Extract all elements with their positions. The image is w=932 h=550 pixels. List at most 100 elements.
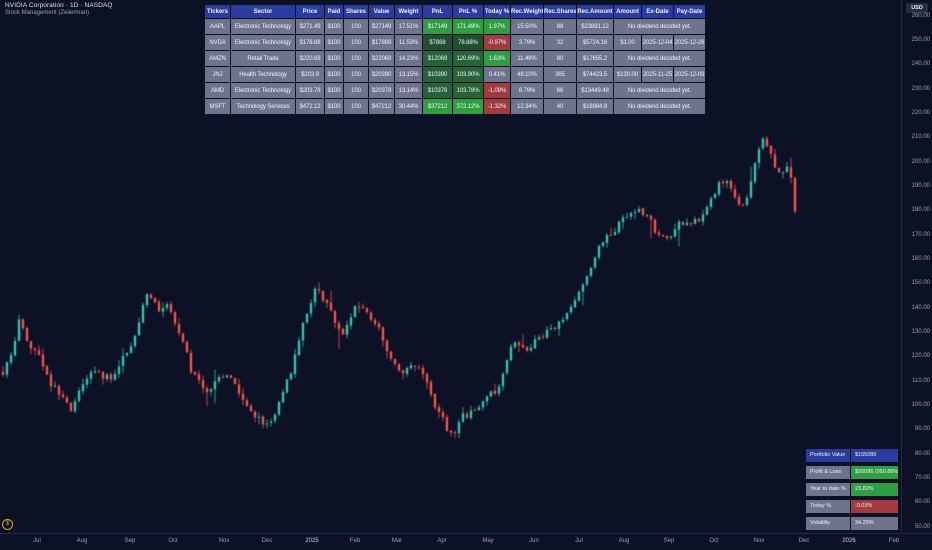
time-axis-year-label: 2026 xyxy=(842,538,856,544)
shares-cell: 100 xyxy=(344,51,368,66)
rec-shares-cell: 88 xyxy=(544,19,576,34)
shares-cell: 100 xyxy=(344,19,368,34)
holdings-header-row: Tickers Sector Price Paid Shares Value Weight P… xyxy=(205,5,705,18)
time-axis-year-label: 2025 xyxy=(305,538,319,544)
sector-cell: Electronic Technology xyxy=(231,35,295,50)
price-cell: $203.9 xyxy=(296,67,324,82)
no-dividend-cell: No dividend decided yet. xyxy=(614,83,705,98)
pay-date-cell: 2025-12-26 xyxy=(674,35,705,50)
pnl-cell: $12069 xyxy=(423,51,452,66)
dividend-amount-cell: $1.00 xyxy=(614,35,641,50)
price-axis-label: 60.00 xyxy=(914,499,930,506)
time-axis-month-label: Aug xyxy=(618,538,630,544)
price-cell: $220.69 xyxy=(296,51,324,66)
pnl-pct-cell: 372.12% xyxy=(453,99,483,114)
summary-label: Portfolio Value xyxy=(806,449,850,462)
price-axis-label: 110.00 xyxy=(912,377,930,384)
summary-row: Profit & Loss $95086 (950.86%) xyxy=(806,466,898,479)
sector-cell: Technology Services xyxy=(231,99,295,114)
price-axis-label: 230.00 xyxy=(911,85,930,92)
price-cell: $178.88 xyxy=(296,35,324,50)
pnl-cell: $10390 xyxy=(423,67,452,82)
price-axis-label: 120.00 xyxy=(911,353,930,360)
column-header-rec-amount: Rec.Amount xyxy=(577,5,613,18)
currency-label: USD xyxy=(906,3,928,13)
ticker-cell: MSFT xyxy=(205,99,230,114)
rec-weight-cell: 3.79% xyxy=(511,35,543,50)
no-dividend-cell: No dividend decided yet. xyxy=(614,19,705,34)
rec-amount-cell: $5724.16 xyxy=(577,35,613,50)
paid-cell: $100 xyxy=(325,51,343,66)
tradingview-window: NVIDIA Corporation · 1D · NASDAQ Stock M… xyxy=(0,0,932,550)
time-axis-month-label: Dec xyxy=(261,538,273,544)
price-cell: $203.78 xyxy=(296,83,324,98)
value-cell: $47212 xyxy=(369,99,394,114)
summary-label: Profit & Loss xyxy=(806,466,850,479)
today-pct-cell: -1.09% xyxy=(484,83,510,98)
holding-row-msft: MSFT Technology Services $472.12 $100 100 $47… xyxy=(205,99,705,114)
shares-cell: 100 xyxy=(344,67,368,82)
rec-amount-cell: $18884.8 xyxy=(577,99,613,114)
ticker-cell: AMD xyxy=(205,83,230,98)
column-header-sector: Sector xyxy=(231,5,295,18)
sector-cell: Electronic Technology xyxy=(231,83,295,98)
column-header-shares: Shares xyxy=(344,5,368,18)
rec-weight-cell: 48.10% xyxy=(511,67,543,82)
holdings-table: Tickers Sector Price Paid Shares Value Weight P… xyxy=(204,4,706,115)
holding-row-amzn: AMZN Retail Trade $220.69 $100 100 $22069 14.2… xyxy=(205,51,705,66)
rec-shares-cell: 32 xyxy=(544,35,576,50)
column-header-weight: Weight xyxy=(395,5,422,18)
summary-row: Today % -0.03% xyxy=(806,500,898,513)
today-pct-cell: -0.97% xyxy=(484,35,510,50)
today-pct-cell: 1.97% xyxy=(484,19,510,34)
summary-value: 34.29% xyxy=(851,517,898,530)
price-axis-label: 100.00 xyxy=(911,401,930,408)
time-axis-month-label: Mar xyxy=(391,538,403,544)
paid-cell: $100 xyxy=(325,83,343,98)
summary-label: Today % xyxy=(806,500,850,513)
weight-cell: 17.51% xyxy=(395,19,422,34)
value-cell: $22069 xyxy=(369,51,394,66)
rec-weight-cell: 8.79% xyxy=(511,83,543,98)
summary-value: -0.03% xyxy=(851,500,898,513)
summary-value: $95086 (950.86%) xyxy=(851,466,898,479)
time-axis-month-label: Jul xyxy=(33,538,41,544)
pnl-pct-cell: 103.78% xyxy=(453,83,483,98)
pnl-pct-cell: 78.88% xyxy=(453,35,483,50)
time-axis-month-label: Aug xyxy=(76,538,88,544)
price-axis-label: 220.00 xyxy=(911,109,930,116)
price-axis-label: 70.00 xyxy=(914,474,930,481)
time-axis-month-label: Sep xyxy=(663,538,675,544)
no-dividend-cell: No dividend decided yet. xyxy=(614,99,705,114)
weight-cell: 13.15% xyxy=(395,67,422,82)
time-axis-month-label: Nov xyxy=(218,538,230,544)
price-axis-label: 250.00 xyxy=(911,36,930,43)
column-header-pnl-: PnL % xyxy=(453,5,483,18)
ticker-cell: JNJ xyxy=(205,67,230,82)
price-axis-label: 210.00 xyxy=(911,134,930,141)
rec-weight-cell: 12.34% xyxy=(511,99,543,114)
time-axis[interactable]: Jul Aug Sep Oct Nov Dec 2025 Feb Mar Apr May Jun Jul… xyxy=(0,533,932,550)
price-axis-label: 150.00 xyxy=(911,280,930,287)
price-axis-label: 200.00 xyxy=(911,158,930,165)
summary-row: Portfolio Value $155086 xyxy=(806,449,898,462)
holding-row-jnj: JNJ Health Technology $203.9 $100 100 $20390 1… xyxy=(205,67,705,82)
column-header-ex-date: Ex-Date xyxy=(642,5,673,18)
paid-cell: $100 xyxy=(325,99,343,114)
rec-amount-cell: $17655.2 xyxy=(577,51,613,66)
today-pct-cell: 1.63% xyxy=(484,51,510,66)
time-axis-month-label: Oct xyxy=(168,538,178,544)
price-axis-label: 130.00 xyxy=(911,328,930,335)
shares-cell: 100 xyxy=(344,35,368,50)
time-axis-month-label: Dec xyxy=(798,538,810,544)
rec-amount-cell: $13449.48 xyxy=(577,83,613,98)
summary-row: Volatility 34.29% xyxy=(806,517,898,530)
price-axis[interactable]: USD 260.00 250.00 240.00 230.00 220.00 210.00… xyxy=(901,0,932,533)
summary-value: 23.82% xyxy=(851,483,898,496)
portfolio-summary-panel: Portfolio Value $155086 Profit & Loss $9508… xyxy=(806,449,898,534)
column-header-pay-date: Pay-Date xyxy=(674,5,705,18)
rec-shares-cell: 365 xyxy=(544,67,576,82)
weight-cell: 30.44% xyxy=(395,99,422,114)
value-cell: $20378 xyxy=(369,83,394,98)
pnl-cell: $7888 xyxy=(423,35,452,50)
